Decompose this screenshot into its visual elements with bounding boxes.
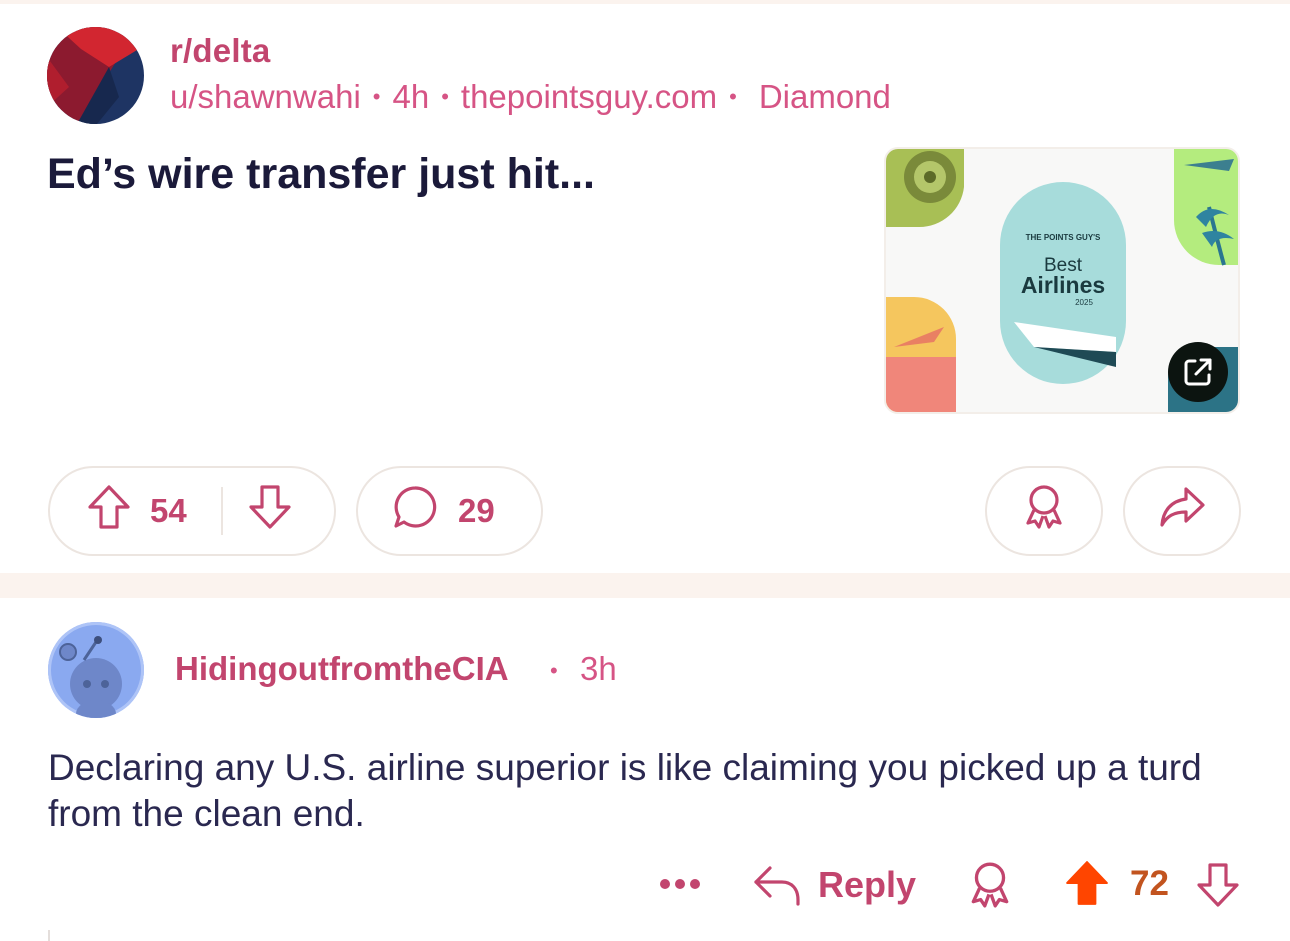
vote-control: 54 <box>48 466 336 556</box>
comment-icon <box>392 484 438 538</box>
thread-line <box>48 930 50 941</box>
thumbnail-year: 2025 <box>1075 298 1093 307</box>
comments-button[interactable]: 29 <box>356 466 543 556</box>
comment-age: 3h <box>580 650 617 687</box>
post-domain[interactable]: thepointsguy.com <box>461 78 717 115</box>
commenter-avatar[interactable] <box>48 622 144 718</box>
more-icon[interactable] <box>660 868 700 900</box>
post-score: 54 <box>150 492 187 529</box>
user-flair: Diamond <box>758 78 891 115</box>
award-icon <box>1022 483 1066 539</box>
share-icon <box>1158 485 1206 537</box>
post-author[interactable]: u/shawnwahi <box>170 78 361 115</box>
share-button[interactable] <box>1123 466 1241 556</box>
thumbnail-eyebrow: THE POINTS GUY'S <box>1026 233 1101 242</box>
comment-score: 72 <box>1130 864 1169 903</box>
more-dot <box>660 879 670 889</box>
reply-button[interactable]: Reply <box>818 864 916 906</box>
vote-divider <box>220 487 223 535</box>
reply-icon[interactable] <box>752 862 802 913</box>
section-divider <box>0 573 1290 598</box>
award-icon[interactable] <box>967 860 1013 915</box>
downvote-icon[interactable] <box>247 483 293 539</box>
meta-separator: • <box>441 84 449 109</box>
post-meta: u/shawnwahi • 4h • thepointsguy.com • Diamond <box>170 78 891 116</box>
meta-separator: • <box>372 84 381 109</box>
link-thumbnail[interactable]: THE POINTS GUY'S Best Airlines 2025 <box>884 147 1240 414</box>
comment-count: 29 <box>458 492 495 529</box>
post-title[interactable]: Ed’s wire transfer just hit... <box>47 150 595 199</box>
top-separator <box>0 0 1290 4</box>
comment-author[interactable]: HidingoutfromtheCIA <box>175 650 509 688</box>
downvote-icon[interactable] <box>1195 860 1241 915</box>
post-age: 4h <box>392 78 430 115</box>
comment-body: Declaring any U.S. airline superior is l… <box>48 747 1202 834</box>
award-button[interactable] <box>985 466 1103 556</box>
subreddit-name[interactable]: r/delta <box>170 32 270 70</box>
subreddit-avatar[interactable] <box>47 27 144 124</box>
meta-separator: • <box>550 658 558 683</box>
thumbnail-line2: Airlines <box>1021 272 1105 298</box>
external-link-icon[interactable] <box>1168 342 1228 402</box>
meta-separator: • <box>729 84 737 109</box>
upvote-icon[interactable] <box>1063 858 1111 913</box>
more-dot <box>690 879 700 889</box>
upvote-icon[interactable] <box>86 483 132 539</box>
more-dot <box>675 879 685 889</box>
